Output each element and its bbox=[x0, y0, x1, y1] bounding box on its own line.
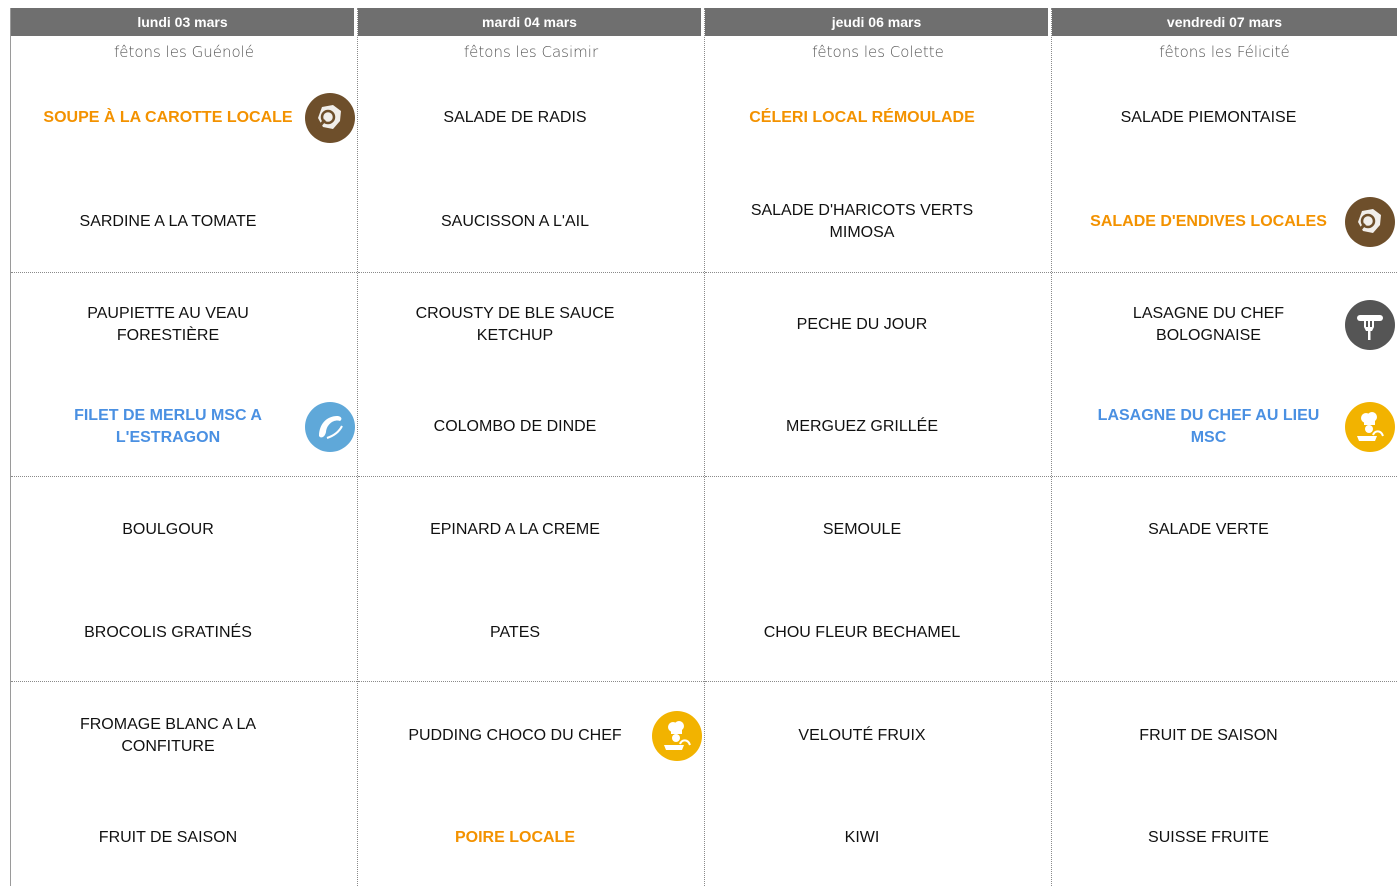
menu-item-label: KIWI bbox=[844, 829, 880, 846]
menu-item-label: CHOU FLEUR BECHAMEL bbox=[763, 624, 961, 641]
menu-item: SUISSE FRUITE bbox=[1052, 808, 1397, 868]
menu-item: CROUSTY DE BLE SAUCE KETCHUP bbox=[358, 295, 704, 355]
menu-item-label: LASAGNE DU CHEF AU LIEU MSC bbox=[1097, 407, 1320, 446]
menu-item bbox=[1052, 603, 1397, 663]
day-column: vendredi 07 mars fêtons les Félicité SALAD… bbox=[1051, 8, 1397, 886]
section-divider bbox=[705, 272, 1051, 273]
menu-item-label: SAUCISSON A L'AIL bbox=[440, 213, 589, 230]
section-divider bbox=[705, 476, 1051, 477]
menu-item-label: FILET DE MERLU MSC A L'ESTRAGON bbox=[74, 407, 262, 446]
day-header: mardi 04 mars bbox=[358, 8, 701, 36]
sustainable-fishing-icon bbox=[305, 402, 355, 452]
saint-of-the-day: fêtons les Casimir bbox=[463, 43, 599, 61]
section-divider bbox=[11, 272, 357, 273]
day-header: jeudi 06 mars bbox=[705, 8, 1048, 36]
menu-item-label: SALADE D'HARICOTS VERTS MIMOSA bbox=[750, 202, 974, 241]
day-column: jeudi 06 mars fêtons les Colette CÉLERI LO… bbox=[704, 8, 1051, 886]
menu-item: VELOUTÉ FRUIX bbox=[705, 706, 1051, 766]
menu-item-label: FRUIT DE SAISON bbox=[98, 829, 238, 846]
menu-item: SALADE D'HARICOTS VERTS MIMOSA bbox=[705, 192, 1051, 252]
menu-item: FROMAGE BLANC A LA CONFITURE bbox=[11, 706, 357, 766]
meat-fork-icon bbox=[1345, 300, 1395, 350]
menu-item-label: FRUIT DE SAISON bbox=[1139, 727, 1278, 744]
menu-item: MERGUEZ GRILLÉE bbox=[705, 397, 1051, 457]
menu-item-label: BOULGOUR bbox=[122, 521, 214, 538]
menu-item: CÉLERI LOCAL RÉMOULADE bbox=[705, 88, 1051, 148]
menu-item-label: SOUPE À LA CAROTTE LOCALE bbox=[43, 109, 293, 126]
day-column: lundi 03 mars fêtons les Guénolé SOUPE À L… bbox=[10, 8, 357, 886]
menu-item: SALADE DE RADIS bbox=[358, 88, 704, 148]
menu-item-label: CROUSTY DE BLE SAUCE KETCHUP bbox=[415, 305, 615, 344]
section-divider bbox=[1052, 681, 1397, 682]
menu-item-label: POIRE LOCALE bbox=[454, 829, 575, 846]
saint-of-the-day: fêtons les Guénolé bbox=[113, 43, 255, 61]
section-divider bbox=[358, 681, 704, 682]
saint-of-the-day: fêtons les Colette bbox=[812, 43, 944, 61]
menu-item: BROCOLIS GRATINÉS bbox=[11, 603, 357, 663]
menu-item: FRUIT DE SAISON bbox=[11, 808, 357, 868]
section-divider bbox=[1052, 476, 1397, 477]
menu-item: KIWI bbox=[705, 808, 1051, 868]
menu-item: PATES bbox=[358, 603, 704, 663]
section-divider bbox=[11, 681, 357, 682]
menu-item: SEMOULE bbox=[705, 500, 1051, 560]
menu-item: SALADE VERTE bbox=[1052, 500, 1397, 560]
day-column: mardi 04 mars fêtons les Casimir SALADE DE… bbox=[357, 8, 704, 886]
section-divider bbox=[11, 476, 357, 477]
menu-item-label: SARDINE A LA TOMATE bbox=[79, 213, 257, 230]
menu-grid: lundi 03 mars fêtons les Guénolé SOUPE À L… bbox=[10, 8, 1397, 886]
section-divider bbox=[358, 476, 704, 477]
section-divider bbox=[1052, 272, 1397, 273]
local-produce-icon bbox=[305, 93, 355, 143]
menu-item: SALADE PIEMONTAISE bbox=[1052, 88, 1397, 148]
menu-item: SAUCISSON A L'AIL bbox=[358, 192, 704, 252]
menu-item-label: SEMOULE bbox=[822, 521, 902, 538]
menu-item: BOULGOUR bbox=[11, 500, 357, 560]
menu-item: POIRE LOCALE bbox=[358, 808, 704, 868]
menu-item-label: SALADE PIEMONTAISE bbox=[1120, 109, 1297, 126]
saint-of-the-day: fêtons les Félicité bbox=[1159, 43, 1290, 61]
menu-item-label: COLOMBO DE DINDE bbox=[433, 418, 597, 435]
menu-item-label: PATES bbox=[489, 624, 541, 641]
menu-item-label: SUISSE FRUITE bbox=[1148, 829, 1269, 846]
menu-item-label: BROCOLIS GRATINÉS bbox=[84, 624, 252, 641]
menu-item: EPINARD A LA CREME bbox=[358, 500, 704, 560]
chef-homemade-icon bbox=[652, 711, 702, 761]
menu-item-label: EPINARD A LA CREME bbox=[430, 521, 600, 538]
menu-item-label: SALADE VERTE bbox=[1148, 521, 1269, 538]
menu-item: PECHE DU JOUR bbox=[705, 295, 1051, 355]
menu-item-label: PUDDING CHOCO DU CHEF bbox=[408, 727, 622, 744]
local-produce-icon bbox=[1345, 197, 1395, 247]
chef-homemade-icon bbox=[1345, 402, 1395, 452]
menu-item-label: FROMAGE BLANC A LA CONFITURE bbox=[79, 716, 257, 755]
day-header: lundi 03 mars bbox=[11, 8, 354, 36]
menu-item: SARDINE A LA TOMATE bbox=[11, 192, 357, 252]
menu-item-label: SALADE D'ENDIVES LOCALES bbox=[1090, 213, 1327, 230]
menu-item-label: MERGUEZ GRILLÉE bbox=[785, 418, 939, 435]
day-header: vendredi 07 mars bbox=[1052, 8, 1397, 36]
menu-item-label: SALADE DE RADIS bbox=[443, 109, 587, 126]
menu-item: COLOMBO DE DINDE bbox=[358, 397, 704, 457]
section-divider bbox=[358, 272, 704, 273]
menu-item-label: PAUPIETTE AU VEAU FORESTIÈRE bbox=[87, 305, 249, 344]
menu-item-label: CÉLERI LOCAL RÉMOULADE bbox=[749, 109, 975, 126]
menu-item: PAUPIETTE AU VEAU FORESTIÈRE bbox=[11, 295, 357, 355]
menu-item: CHOU FLEUR BECHAMEL bbox=[705, 603, 1051, 663]
menu-item-label: PECHE DU JOUR bbox=[796, 316, 928, 333]
menu-item-label: LASAGNE DU CHEF BOLOGNAISE bbox=[1132, 305, 1285, 344]
menu-item-label: VELOUTÉ FRUIX bbox=[798, 727, 926, 744]
menu-item: FRUIT DE SAISON bbox=[1052, 706, 1397, 766]
section-divider bbox=[705, 681, 1051, 682]
